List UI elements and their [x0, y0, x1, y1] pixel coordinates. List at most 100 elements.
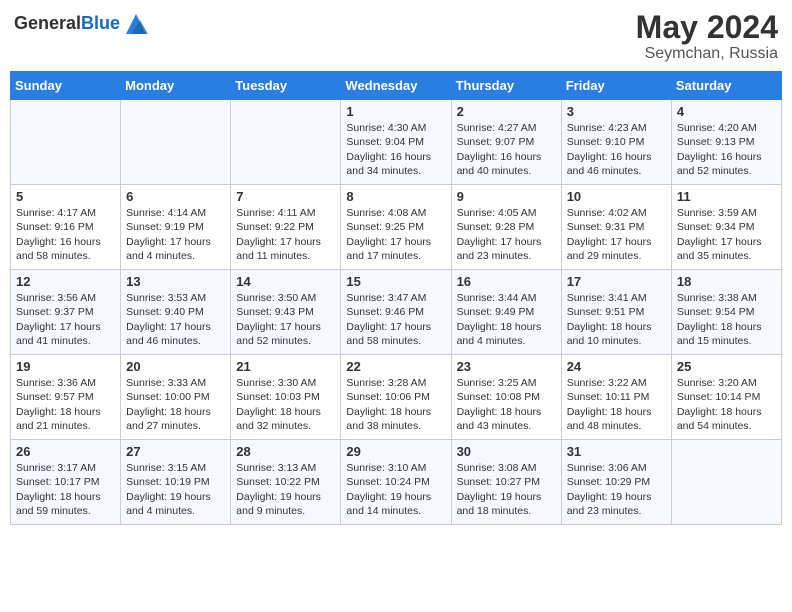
day-number: 13 [126, 274, 225, 289]
calendar-cell: 13 Sunrise: 3:53 AMSunset: 9:40 PMDayligh… [121, 270, 231, 355]
calendar-cell: 24 Sunrise: 3:22 AMSunset: 10:11 PMDaylig… [561, 355, 671, 440]
cell-content: Sunrise: 4:23 AMSunset: 9:10 PMDaylight:… [567, 121, 666, 178]
cell-content: Sunrise: 3:59 AMSunset: 9:34 PMDaylight:… [677, 206, 776, 263]
calendar-cell: 17 Sunrise: 3:41 AMSunset: 9:51 PMDayligh… [561, 270, 671, 355]
day-number: 22 [346, 359, 445, 374]
cell-content: Sunrise: 3:41 AMSunset: 9:51 PMDaylight:… [567, 291, 666, 348]
day-number: 14 [236, 274, 335, 289]
month-year-title: May 2024 [636, 10, 778, 45]
cell-content: Sunrise: 4:05 AMSunset: 9:28 PMDaylight:… [457, 206, 556, 263]
cell-content: Sunrise: 3:30 AMSunset: 10:03 PMDaylight… [236, 376, 335, 433]
col-header-thursday: Thursday [451, 72, 561, 100]
location-subtitle: Seymchan, Russia [636, 45, 778, 63]
calendar-cell: 14 Sunrise: 3:50 AMSunset: 9:43 PMDayligh… [231, 270, 341, 355]
day-number: 4 [677, 104, 776, 119]
cell-content: Sunrise: 3:53 AMSunset: 9:40 PMDaylight:… [126, 291, 225, 348]
day-number: 11 [677, 189, 776, 204]
calendar-cell: 22Sunrise: 3:28 AMSunset: 10:06 PMDaylig… [341, 355, 451, 440]
cell-content: Sunrise: 3:36 AMSunset: 9:57 PMDaylight:… [16, 376, 115, 433]
calendar-cell: 26Sunrise: 3:17 AMSunset: 10:17 PMDaylig… [11, 440, 121, 525]
logo-blue: Blue [81, 13, 120, 33]
calendar-cell: 2Sunrise: 4:27 AMSunset: 9:07 PMDaylight… [451, 100, 561, 185]
title-block: May 2024 Seymchan, Russia [636, 10, 778, 63]
calendar-cell: 20 Sunrise: 3:33 AMSunset: 10:00 PMDaylig… [121, 355, 231, 440]
calendar-cell: 4 Sunrise: 4:20 AMSunset: 9:13 PMDaylight… [671, 100, 781, 185]
col-header-friday: Friday [561, 72, 671, 100]
calendar-cell: 1 Sunrise: 4:30 AMSunset: 9:04 PMDaylight… [341, 100, 451, 185]
week-row-2: 5Sunrise: 4:17 AMSunset: 9:16 PMDaylight… [11, 185, 782, 270]
day-number: 18 [677, 274, 776, 289]
calendar-cell: 16Sunrise: 3:44 AMSunset: 9:49 PMDayligh… [451, 270, 561, 355]
calendar-cell: 29Sunrise: 3:10 AMSunset: 10:24 PMDaylig… [341, 440, 451, 525]
calendar-cell: 30 Sunrise: 3:08 AMSunset: 10:27 PMDaylig… [451, 440, 561, 525]
calendar-cell: 10 Sunrise: 4:02 AMSunset: 9:31 PMDayligh… [561, 185, 671, 270]
day-number: 24 [567, 359, 666, 374]
calendar-table: SundayMondayTuesdayWednesdayThursdayFrid… [10, 71, 782, 525]
day-number: 17 [567, 274, 666, 289]
logo: GeneralBlue [14, 10, 150, 38]
calendar-cell: 5Sunrise: 4:17 AMSunset: 9:16 PMDaylight… [11, 185, 121, 270]
cell-content: Sunrise: 3:44 AMSunset: 9:49 PMDaylight:… [457, 291, 556, 348]
cell-content: Sunrise: 4:02 AMSunset: 9:31 PMDaylight:… [567, 206, 666, 263]
cell-content: Sunrise: 3:25 AMSunset: 10:08 PMDaylight… [457, 376, 556, 433]
col-header-sunday: Sunday [11, 72, 121, 100]
day-number: 9 [457, 189, 556, 204]
calendar-cell [231, 100, 341, 185]
calendar-cell: 8Sunrise: 4:08 AMSunset: 9:25 PMDaylight… [341, 185, 451, 270]
day-number: 1 [346, 104, 445, 119]
cell-content: Sunrise: 3:06 AMSunset: 10:29 PMDaylight… [567, 461, 666, 518]
calendar-cell: 15Sunrise: 3:47 AMSunset: 9:46 PMDayligh… [341, 270, 451, 355]
col-header-tuesday: Tuesday [231, 72, 341, 100]
day-number: 25 [677, 359, 776, 374]
day-number: 21 [236, 359, 335, 374]
cell-content: Sunrise: 3:47 AMSunset: 9:46 PMDaylight:… [346, 291, 445, 348]
day-number: 10 [567, 189, 666, 204]
cell-content: Sunrise: 3:33 AMSunset: 10:00 PMDaylight… [126, 376, 225, 433]
calendar-cell: 27 Sunrise: 3:15 AMSunset: 10:19 PMDaylig… [121, 440, 231, 525]
cell-content: Sunrise: 4:30 AMSunset: 9:04 PMDaylight:… [346, 121, 445, 178]
day-number: 27 [126, 444, 225, 459]
day-number: 28 [236, 444, 335, 459]
col-header-wednesday: Wednesday [341, 72, 451, 100]
col-header-monday: Monday [121, 72, 231, 100]
cell-content: Sunrise: 3:13 AMSunset: 10:22 PMDaylight… [236, 461, 335, 518]
calendar-cell [121, 100, 231, 185]
day-number: 31 [567, 444, 666, 459]
header-row: SundayMondayTuesdayWednesdayThursdayFrid… [11, 72, 782, 100]
day-number: 20 [126, 359, 225, 374]
logo-general: General [14, 13, 81, 33]
cell-content: Sunrise: 3:22 AMSunset: 10:11 PMDaylight… [567, 376, 666, 433]
day-number: 3 [567, 104, 666, 119]
calendar-cell: 18 Sunrise: 3:38 AMSunset: 9:54 PMDayligh… [671, 270, 781, 355]
cell-content: Sunrise: 3:10 AMSunset: 10:24 PMDaylight… [346, 461, 445, 518]
cell-content: Sunrise: 3:08 AMSunset: 10:27 PMDaylight… [457, 461, 556, 518]
cell-content: Sunrise: 3:50 AMSunset: 9:43 PMDaylight:… [236, 291, 335, 348]
calendar-cell: 7 Sunrise: 4:11 AMSunset: 9:22 PMDaylight… [231, 185, 341, 270]
calendar-cell: 25Sunrise: 3:20 AMSunset: 10:14 PMDaylig… [671, 355, 781, 440]
cell-content: Sunrise: 4:11 AMSunset: 9:22 PMDaylight:… [236, 206, 335, 263]
cell-content: Sunrise: 3:15 AMSunset: 10:19 PMDaylight… [126, 461, 225, 518]
cell-content: Sunrise: 4:08 AMSunset: 9:25 PMDaylight:… [346, 206, 445, 263]
logo-icon [122, 10, 150, 38]
calendar-cell [671, 440, 781, 525]
day-number: 2 [457, 104, 556, 119]
calendar-cell: 6Sunrise: 4:14 AMSunset: 9:19 PMDaylight… [121, 185, 231, 270]
calendar-cell: 11 Sunrise: 3:59 AMSunset: 9:34 PMDayligh… [671, 185, 781, 270]
calendar-cell [11, 100, 121, 185]
cell-content: Sunrise: 3:38 AMSunset: 9:54 PMDaylight:… [677, 291, 776, 348]
day-number: 30 [457, 444, 556, 459]
calendar-cell: 19Sunrise: 3:36 AMSunset: 9:57 PMDayligh… [11, 355, 121, 440]
cell-content: Sunrise: 4:20 AMSunset: 9:13 PMDaylight:… [677, 121, 776, 178]
calendar-cell: 23 Sunrise: 3:25 AMSunset: 10:08 PMDaylig… [451, 355, 561, 440]
cell-content: Sunrise: 3:17 AMSunset: 10:17 PMDaylight… [16, 461, 115, 518]
calendar-cell: 3 Sunrise: 4:23 AMSunset: 9:10 PMDaylight… [561, 100, 671, 185]
day-number: 5 [16, 189, 115, 204]
page-header: GeneralBlue May 2024 Seymchan, Russia [10, 10, 782, 63]
day-number: 7 [236, 189, 335, 204]
day-number: 23 [457, 359, 556, 374]
week-row-1: 1 Sunrise: 4:30 AMSunset: 9:04 PMDaylight… [11, 100, 782, 185]
week-row-4: 19Sunrise: 3:36 AMSunset: 9:57 PMDayligh… [11, 355, 782, 440]
day-number: 12 [16, 274, 115, 289]
week-row-3: 12Sunrise: 3:56 AMSunset: 9:37 PMDayligh… [11, 270, 782, 355]
week-row-5: 26Sunrise: 3:17 AMSunset: 10:17 PMDaylig… [11, 440, 782, 525]
